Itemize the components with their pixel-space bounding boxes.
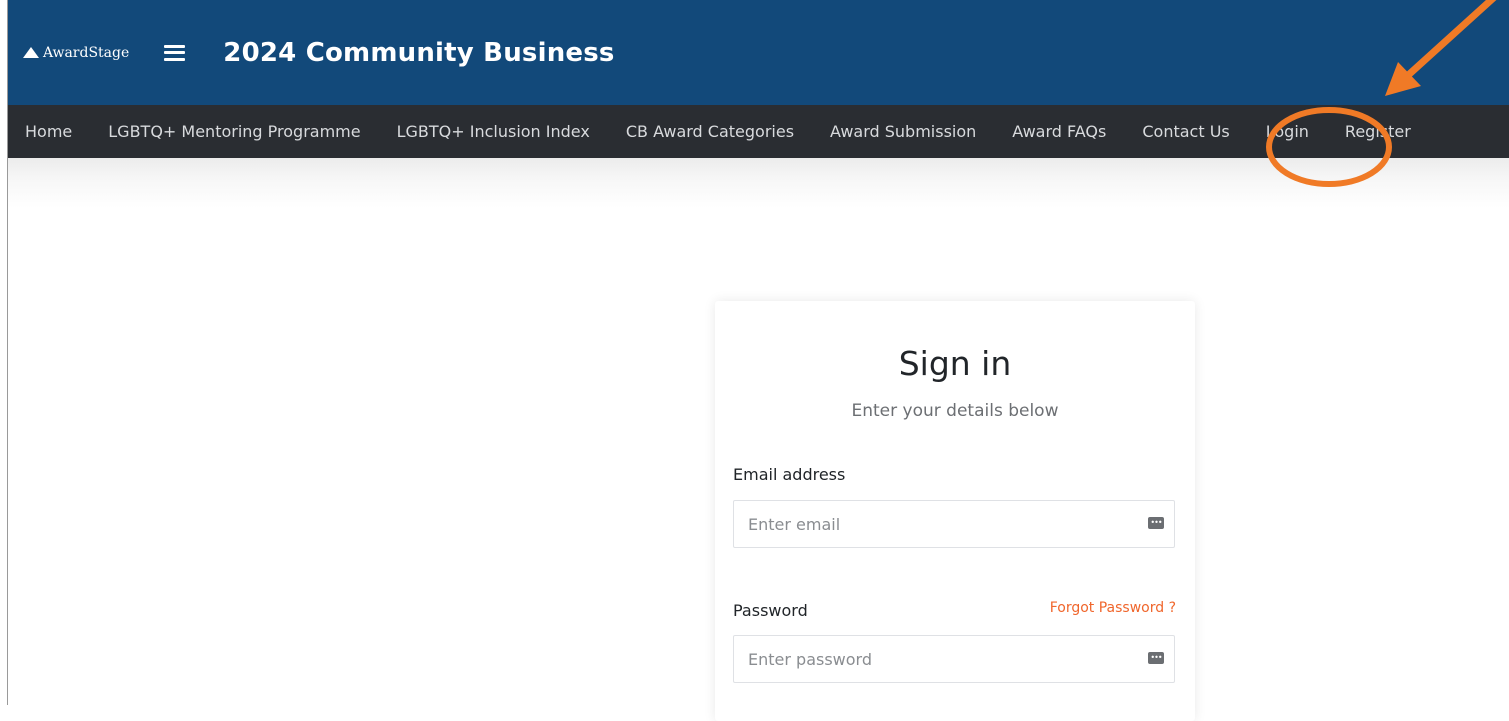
nav-item-register[interactable]: Register (1327, 122, 1429, 141)
brand-logo[interactable]: AwardStage (23, 45, 129, 61)
brand-name: AwardStage (43, 44, 130, 61)
forgot-password-link[interactable]: Forgot Password ? (1050, 600, 1176, 616)
signin-card: Sign in Enter your details below Email a… (715, 301, 1195, 721)
nav-item-home[interactable]: Home (8, 122, 90, 141)
main-nav: Home LGBTQ+ Mentoring Programme LGBTQ+ I… (8, 105, 1509, 158)
nav-item-award-submission[interactable]: Award Submission (812, 122, 994, 141)
mountain-icon (23, 47, 39, 58)
signin-subtitle: Enter your details below (851, 401, 1059, 421)
nav-item-mentoring[interactable]: LGBTQ+ Mentoring Programme (90, 122, 378, 141)
nav-item-award-faqs[interactable]: Award FAQs (994, 122, 1124, 141)
nav-item-award-categories[interactable]: CB Award Categories (608, 122, 812, 141)
window-left-edge (0, 0, 8, 705)
nav-item-login[interactable]: Login (1248, 122, 1327, 141)
email-field-wrapper: ••• (733, 500, 1175, 548)
top-header: AwardStage 2024 Community Business (8, 0, 1509, 105)
password-label: Password (733, 601, 808, 620)
password-field-wrapper: ••• (733, 635, 1175, 683)
password-manager-icon[interactable]: ••• (1148, 517, 1164, 529)
header-shadow (8, 158, 1509, 208)
hamburger-icon[interactable] (164, 44, 186, 61)
signin-title: Sign in (898, 344, 1012, 383)
email-field[interactable] (734, 501, 1128, 547)
password-field[interactable] (734, 636, 1128, 682)
password-manager-icon[interactable]: ••• (1148, 652, 1164, 664)
nav-item-contact[interactable]: Contact Us (1124, 122, 1247, 141)
email-label: Email address (733, 465, 846, 484)
nav-item-inclusion-index[interactable]: LGBTQ+ Inclusion Index (379, 122, 608, 141)
page-title: 2024 Community Business (223, 37, 615, 68)
